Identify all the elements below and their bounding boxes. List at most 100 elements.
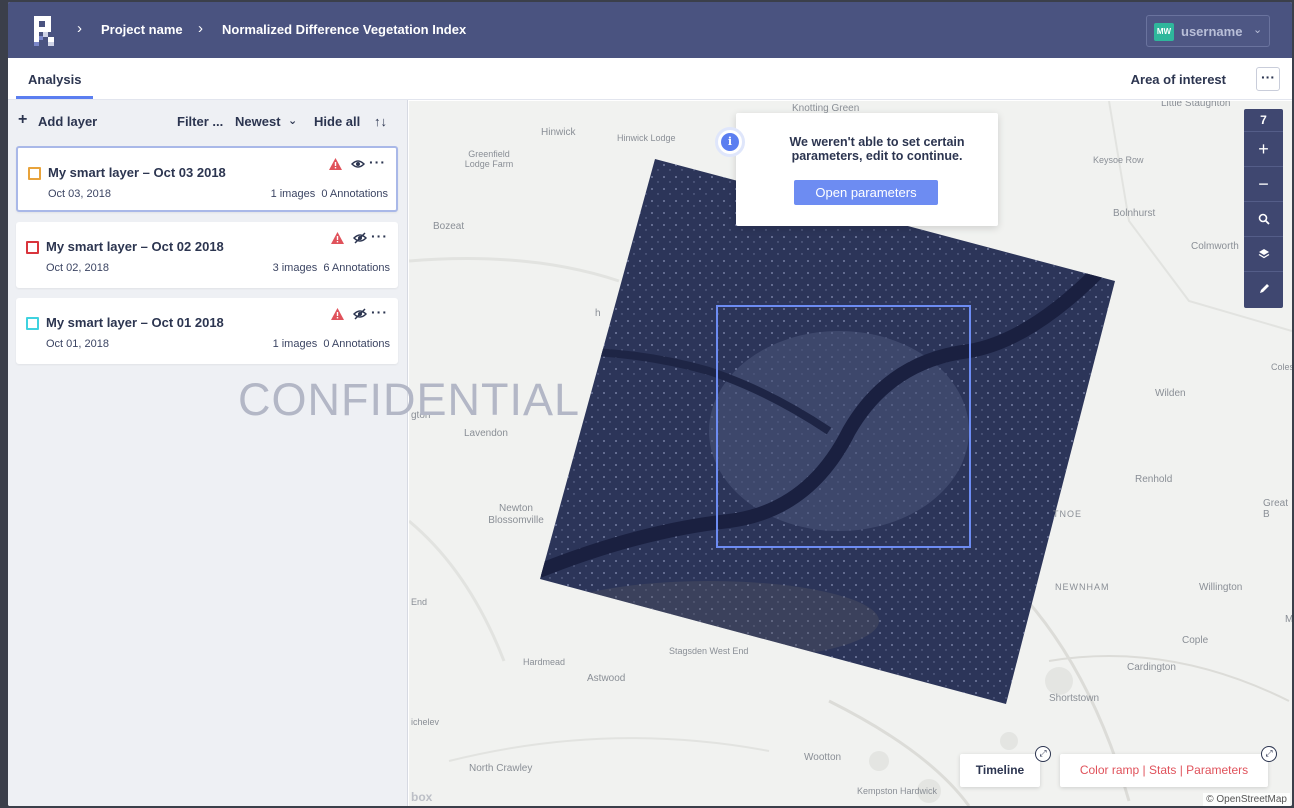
layer-toolbar: + Add layer Filter ... Newest ⌄ Hide all… — [8, 100, 408, 140]
tab-bar: Analysis Area of interest ··· — [8, 58, 1292, 100]
warning-icon[interactable] — [331, 308, 344, 320]
map-label: Hardmead — [523, 657, 566, 667]
analysis-panel-tabs: Color ramp | Stats | Parameters — [1060, 754, 1268, 787]
parameters-tab[interactable]: Parameters — [1186, 763, 1248, 777]
color-ramp-tab[interactable]: Color ramp — [1080, 763, 1139, 777]
map-label: Newton Blossomville — [488, 503, 544, 526]
layer-card[interactable]: My smart layer – Oct 02 2018 Oct 02, 201… — [16, 222, 398, 288]
map-label: Little Staughton — [1161, 101, 1231, 109]
tab-separator: | — [1142, 763, 1146, 777]
hide-all-button[interactable]: Hide all — [314, 114, 360, 129]
add-layer-button[interactable]: Add layer — [38, 114, 97, 129]
draw-button[interactable] — [1244, 271, 1283, 306]
map-label: Lavendon — [464, 428, 508, 439]
confidential-watermark: CONFIDENTIAL — [238, 374, 581, 425]
map-label: Bolnhurst — [1113, 208, 1156, 219]
map-label: Hinwick — [541, 127, 576, 138]
layer-annotations-count: 0 Annotations — [323, 338, 390, 350]
layer-more-button[interactable]: ··· — [371, 228, 388, 244]
map-label: ichelev — [411, 717, 440, 727]
layer-color-swatch — [26, 317, 39, 330]
layer-images-count: 1 images — [270, 188, 316, 200]
zoom-level: 7 — [1260, 113, 1267, 127]
search-button[interactable] — [1244, 201, 1283, 236]
tab-separator: | — [1179, 763, 1183, 777]
layer-color-swatch — [26, 241, 39, 254]
map-label: Greenfield Lodge Farm — [464, 149, 514, 169]
map-label: TNOE — [1053, 509, 1083, 519]
warning-icon[interactable] — [329, 158, 342, 170]
eye-icon[interactable] — [351, 158, 365, 170]
user-menu[interactable]: MW username ⌄ — [1146, 15, 1270, 47]
active-tab-indicator — [16, 96, 93, 99]
avatar: MW — [1154, 23, 1174, 41]
warning-icon[interactable] — [331, 232, 344, 244]
layer-card[interactable]: My smart layer – Oct 03 2018 Oct 03, 201… — [16, 146, 398, 212]
map-label: h — [595, 308, 601, 319]
sort-dropdown[interactable]: Newest — [235, 114, 281, 129]
layer-images-count: 3 images — [272, 262, 318, 274]
map-label: Astwood — [587, 673, 626, 684]
map-label: Coles — [1271, 362, 1292, 372]
layer-images-count: 1 images — [272, 338, 318, 350]
app-window: › Project name › Normalized Difference V… — [8, 2, 1292, 806]
layer-sidebar: + Add layer Filter ... Newest ⌄ Hide all… — [8, 100, 408, 806]
more-options-button[interactable]: ··· — [1256, 67, 1280, 91]
map-label: Hinwick Lodge — [617, 133, 676, 143]
timeline-button[interactable]: Timeline — [960, 754, 1040, 787]
filter-button[interactable]: Filter ... — [177, 114, 223, 129]
expand-icon[interactable]: ⤢ — [1035, 746, 1051, 762]
parameters-warning-toast: We weren't able to set certain parameter… — [736, 113, 998, 226]
open-parameters-button[interactable]: Open parameters — [794, 180, 938, 205]
chevron-right-icon: › — [198, 20, 203, 37]
eye-hidden-icon[interactable] — [353, 308, 367, 320]
layer-more-button[interactable]: ··· — [371, 304, 388, 320]
info-icon: i — [715, 127, 745, 157]
layer-more-button[interactable]: ··· — [369, 154, 386, 170]
zoom-in-button[interactable]: + — [1244, 131, 1283, 166]
pencil-icon — [1259, 284, 1269, 293]
map-label: Wootton — [804, 752, 842, 763]
map-label: Renhold — [1135, 474, 1173, 485]
eye-hidden-icon[interactable] — [353, 232, 367, 244]
map-label: Colmworth — [1191, 241, 1239, 252]
map-label: Cople — [1182, 635, 1209, 646]
layer-annotations-count: 6 Annotations — [323, 262, 390, 274]
map-label: Cardington — [1127, 662, 1176, 673]
layer-meta: 1 images 0 Annotations — [271, 188, 388, 200]
map-view[interactable]: Knotting Green Little Staughton Hinwick … — [409, 101, 1292, 806]
layer-color-swatch — [28, 167, 41, 180]
chevron-right-icon: › — [77, 20, 82, 37]
expand-icon[interactable]: ⤢ — [1261, 746, 1277, 762]
map-attribution[interactable]: © OpenStreetMap — [1203, 793, 1290, 806]
plus-icon[interactable]: + — [18, 111, 27, 129]
layer-date: Oct 02, 2018 — [46, 262, 109, 274]
map-label: Great B — [1263, 498, 1289, 520]
zoom-out-button[interactable]: − — [1244, 166, 1283, 201]
layer-meta: 1 images 0 Annotations — [273, 338, 390, 350]
top-bar: › Project name › Normalized Difference V… — [8, 2, 1292, 58]
layer-meta: 3 images 6 Annotations — [273, 262, 390, 274]
map-label: Keysoe Row — [1093, 155, 1144, 165]
mapbox-logo: box — [411, 790, 433, 804]
username-label: username — [1181, 24, 1243, 39]
sort-direction-button[interactable]: ↑↓ — [374, 114, 387, 129]
logo-icon[interactable] — [34, 16, 56, 46]
layer-date: Oct 01, 2018 — [46, 338, 109, 350]
breadcrumb-project[interactable]: Project name — [101, 22, 183, 37]
tab-analysis[interactable]: Analysis — [28, 72, 81, 87]
layer-title: My smart layer – Oct 01 2018 — [46, 315, 224, 330]
map-label: M — [1285, 614, 1292, 625]
layers-icon — [1258, 249, 1269, 259]
layers-button[interactable] — [1244, 236, 1283, 271]
map-label: Wilden — [1155, 388, 1186, 399]
map-controls: 7 + − — [1244, 109, 1283, 308]
layer-card[interactable]: My smart layer – Oct 01 2018 Oct 01, 201… — [16, 298, 398, 364]
area-of-interest-button[interactable]: Area of interest — [1131, 72, 1226, 87]
layer-date: Oct 03, 2018 — [48, 188, 111, 200]
chevron-down-icon: ⌄ — [1253, 24, 1263, 36]
layer-title: My smart layer – Oct 03 2018 — [48, 165, 226, 180]
map-label: Bozeat — [433, 221, 465, 232]
map-label: North Crawley — [469, 763, 533, 774]
stats-tab[interactable]: Stats — [1149, 763, 1176, 777]
